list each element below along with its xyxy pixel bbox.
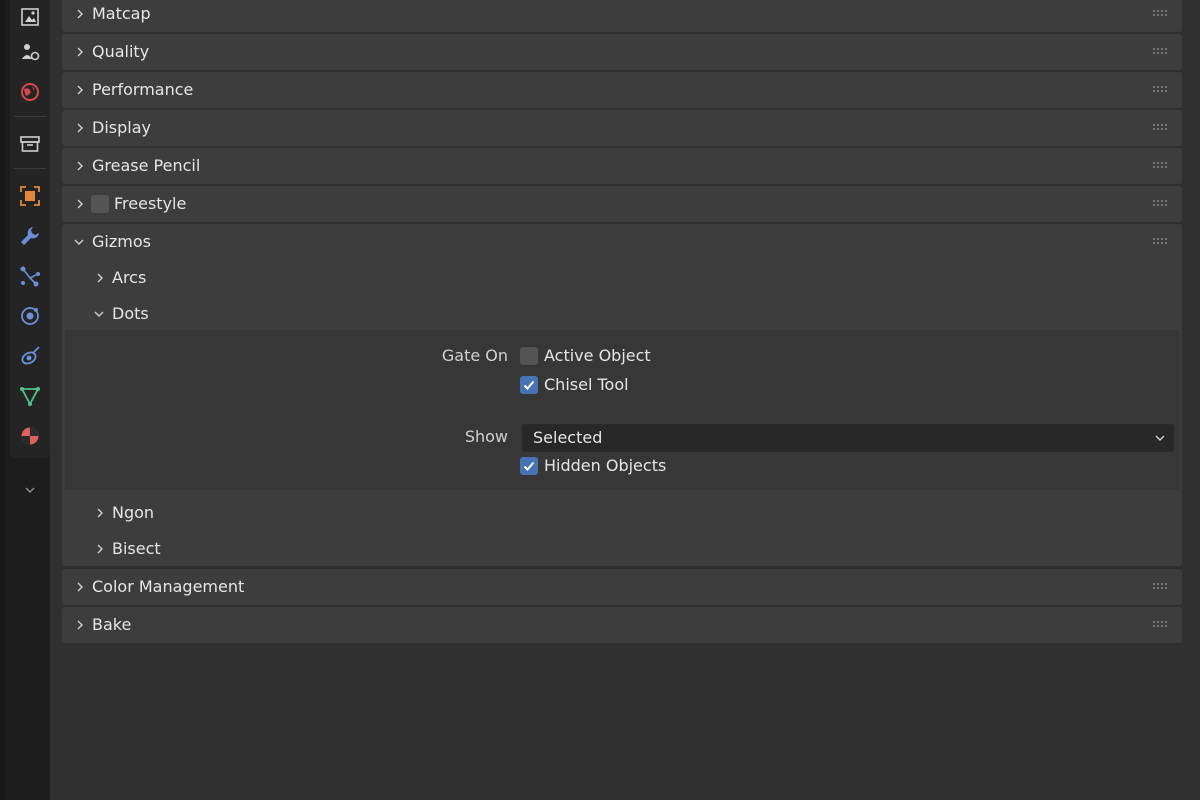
subpanel-arcs-header[interactable]: Arcs — [62, 260, 1182, 296]
chevron-down-icon — [94, 311, 104, 317]
scene-icon — [22, 44, 40, 61]
panel-color-management: Color Management — [62, 569, 1182, 605]
chisel-tool-label[interactable]: Chisel Tool — [544, 375, 629, 394]
tab-separator — [14, 168, 46, 169]
object-tab[interactable] — [10, 178, 50, 214]
drag-grip-icon[interactable] — [1152, 9, 1168, 17]
chevron-right-icon — [77, 161, 83, 171]
scene-tab[interactable] — [10, 34, 50, 70]
chevron-right-icon — [77, 620, 83, 630]
active-object-checkbox[interactable] — [520, 347, 538, 365]
panel-title: Gizmos — [92, 232, 151, 251]
panel-display: Display — [62, 110, 1182, 146]
chevron-right-icon — [97, 273, 103, 283]
chevron-right-icon — [77, 582, 83, 592]
chevron-right-icon — [77, 123, 83, 133]
hidden-objects-checkbox[interactable] — [520, 457, 538, 475]
expand-tabs-button[interactable] — [10, 472, 50, 508]
subpanel-ngon-header[interactable]: Ngon — [62, 495, 1182, 531]
chevron-right-icon — [77, 199, 83, 209]
modifier-tab[interactable] — [10, 218, 50, 254]
panel-title: Quality — [92, 42, 150, 61]
panel-matcap-header[interactable]: Matcap — [62, 0, 1182, 32]
drag-grip-icon[interactable] — [1152, 85, 1168, 93]
subpanel-bisect-header[interactable]: Bisect — [62, 531, 1182, 567]
object-data-tab[interactable] — [10, 378, 50, 414]
panel-title: Matcap — [92, 4, 151, 23]
panel-display-header[interactable]: Display — [62, 110, 1182, 146]
collection-box-icon — [20, 136, 40, 152]
physics-orbit-icon — [21, 307, 39, 325]
subpanel-title: Bisect — [112, 539, 161, 558]
world-icon — [21, 83, 39, 101]
chevron-right-icon — [77, 9, 83, 19]
active-object-label[interactable]: Active Object — [544, 346, 651, 365]
drag-grip-icon[interactable] — [1152, 199, 1168, 207]
panel-gizmos: Gizmos Arcs Dots Gate On Active Object C… — [62, 224, 1182, 566]
tab-separator — [14, 116, 46, 117]
chisel-tool-checkbox[interactable] — [520, 376, 538, 394]
constraints-tab[interactable] — [10, 338, 50, 374]
panel-title: Freestyle — [114, 194, 187, 213]
show-label: Show — [464, 427, 508, 446]
panel-quality-header[interactable]: Quality — [62, 34, 1182, 70]
chevron-right-icon — [77, 85, 83, 95]
subpanel-title: Dots — [112, 304, 149, 323]
panel-gizmos-header[interactable]: Gizmos — [62, 224, 1182, 260]
constraint-icon — [21, 346, 40, 365]
panel-title: Color Management — [92, 577, 245, 596]
particles-tab[interactable] — [10, 258, 50, 294]
panel-grease-pencil-header[interactable]: Grease Pencil — [62, 148, 1182, 184]
panel-title: Display — [92, 118, 151, 137]
panel-quality: Quality — [62, 34, 1182, 70]
chevron-right-icon — [77, 47, 83, 57]
chevron-right-icon — [97, 508, 103, 518]
physics-tab[interactable] — [10, 298, 50, 334]
mesh-triangle-icon — [20, 387, 40, 406]
drag-grip-icon[interactable] — [1152, 582, 1168, 590]
panel-performance-header[interactable]: Performance — [62, 72, 1182, 108]
material-sphere-icon — [21, 427, 39, 445]
panel-bake: Bake — [62, 607, 1182, 643]
panel-color-management-header[interactable]: Color Management — [62, 569, 1182, 605]
drag-grip-icon[interactable] — [1152, 47, 1168, 55]
image-stack-icon — [21, 8, 39, 26]
drag-grip-icon[interactable] — [1152, 237, 1168, 245]
panel-freestyle-header[interactable]: Freestyle — [62, 186, 1182, 222]
particles-icon — [20, 266, 40, 287]
hidden-objects-label[interactable]: Hidden Objects — [544, 456, 666, 475]
material-tab[interactable] — [10, 418, 50, 454]
subpanel-dots-header[interactable]: Dots — [62, 296, 1182, 332]
show-dropdown[interactable]: Selected — [522, 424, 1174, 452]
panel-freestyle: Freestyle — [62, 186, 1182, 222]
chevron-down-icon — [74, 239, 84, 245]
panel-title: Performance — [92, 80, 194, 99]
panel-bake-header[interactable]: Bake — [62, 607, 1182, 643]
checkmark-icon — [523, 461, 535, 471]
checkmark-icon — [523, 380, 535, 390]
panel-grease-pencil: Grease Pencil — [62, 148, 1182, 184]
drag-grip-icon[interactable] — [1152, 123, 1168, 131]
subpanel-title: Ngon — [112, 503, 155, 522]
freestyle-enable-checkbox[interactable] — [91, 195, 109, 213]
gate-on-label: Gate On — [441, 346, 508, 365]
subpanel-dots-content: Gate On Active Object Chisel Tool Show S… — [65, 330, 1179, 490]
chevron-down-icon — [25, 487, 35, 494]
object-square-icon — [20, 186, 40, 206]
panel-performance: Performance — [62, 72, 1182, 108]
drag-grip-icon[interactable] — [1152, 161, 1168, 169]
collection-tab[interactable] — [10, 126, 50, 162]
world-tab[interactable] — [10, 74, 50, 110]
show-dropdown-value: Selected — [533, 428, 603, 447]
subpanel-title: Arcs — [112, 268, 147, 287]
panel-matcap: Matcap — [62, 0, 1182, 32]
panel-title: Grease Pencil — [92, 156, 201, 175]
view-layer-tab[interactable] — [10, 0, 50, 36]
drag-grip-icon[interactable] — [1152, 620, 1168, 628]
panel-title: Bake — [92, 615, 132, 634]
wrench-icon — [21, 227, 39, 245]
chevron-down-icon — [1155, 435, 1165, 441]
chevron-right-icon — [97, 544, 103, 554]
